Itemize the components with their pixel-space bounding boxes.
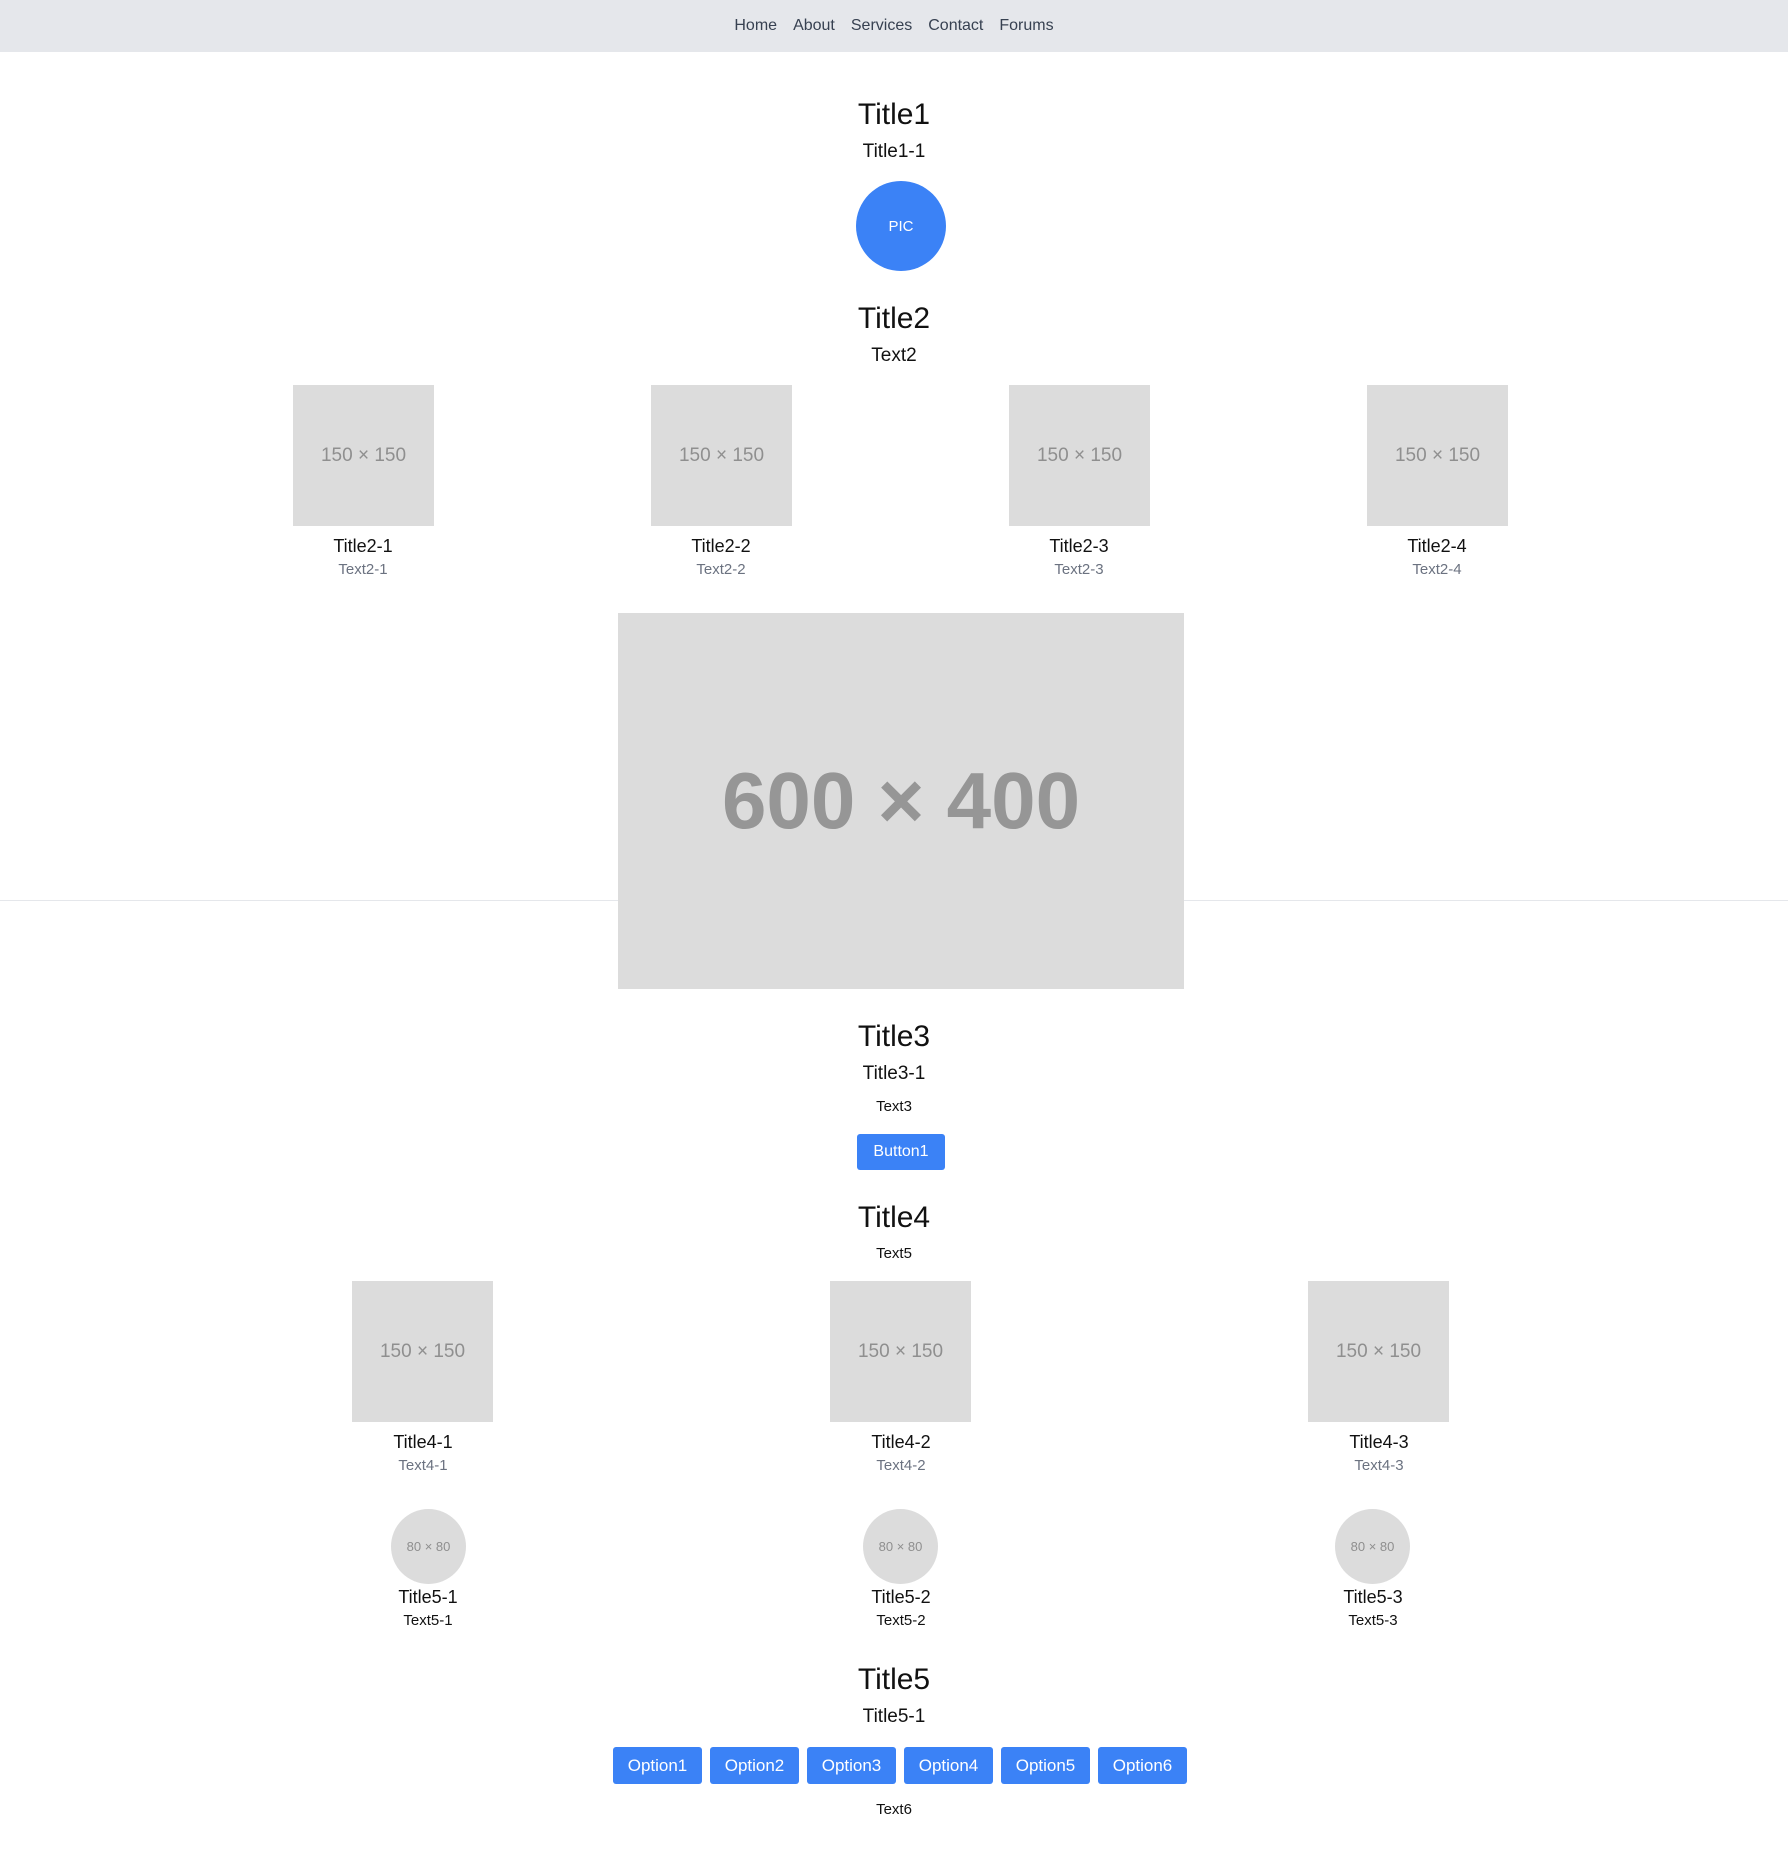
profile-title: Title5-2 (871, 1587, 931, 1607)
section5-subtitle: Title5-1 (862, 1706, 926, 1727)
section4-title: Title4 (857, 1201, 931, 1234)
card-text: Text4-1 (398, 1457, 448, 1474)
section3-subtitle: Title3-1 (862, 1063, 926, 1084)
card-caption: Title2-4 Text2-4 (1317, 534, 1557, 580)
profile-title: Title5-3 (1343, 1587, 1403, 1607)
option5-button[interactable]: Option5 (1001, 1747, 1090, 1784)
option1-button[interactable]: Option1 (613, 1747, 702, 1784)
option6-button[interactable]: Option6 (1098, 1747, 1187, 1784)
option4-button[interactable]: Option4 (904, 1747, 993, 1784)
option-button-group: Option1 Option2 Option3 Option4 Option5 … (613, 1747, 1187, 1784)
section5-title: Title5 (857, 1663, 931, 1696)
card-title: Title4-1 (393, 1432, 453, 1452)
section2-title: Title2 (857, 302, 931, 335)
section3-text: Text3 (876, 1098, 912, 1115)
card-text: Text2-2 (696, 561, 746, 578)
nav-link-forums[interactable]: Forums (999, 17, 1053, 35)
avatar-placeholder: 80 × 80 (391, 1509, 466, 1584)
profile-text: Text5-3 (1348, 1612, 1398, 1629)
section4-text: Text5 (876, 1245, 912, 1262)
section5-text: Text6 (876, 1801, 912, 1818)
card-caption: Title2-3 Text2-3 (959, 534, 1199, 580)
image-placeholder: 150 × 150 (352, 1281, 493, 1422)
image-placeholder: 150 × 150 (293, 385, 434, 526)
card-title: Title4-2 (871, 1432, 931, 1452)
hero-subtitle: Title1-1 (862, 141, 926, 162)
card-caption: Title4-1 Text4-1 (303, 1430, 543, 1476)
option3-button[interactable]: Option3 (807, 1747, 896, 1784)
image-placeholder: 150 × 150 (651, 385, 792, 526)
card-title: Title2-3 (1049, 536, 1109, 556)
card-caption: Title4-3 Text4-3 (1259, 1430, 1499, 1476)
card-text: Text4-2 (876, 1457, 926, 1474)
image-placeholder: 150 × 150 (830, 1281, 971, 1422)
card-title: Title4-3 (1349, 1432, 1409, 1452)
profile-caption: Title5-1 Text5-1 (308, 1585, 548, 1631)
option2-button[interactable]: Option2 (710, 1747, 799, 1784)
profile-caption: Title5-3 Text5-3 (1253, 1585, 1493, 1631)
top-nav: Home About Services Contact Forums (0, 0, 1788, 52)
button1[interactable]: Button1 (857, 1134, 945, 1170)
card-title: Title2-2 (691, 536, 751, 556)
hero-title: Title1 (857, 98, 931, 131)
nav-link-about[interactable]: About (793, 17, 835, 35)
card-text: Text2-4 (1412, 561, 1462, 578)
nav-link-contact[interactable]: Contact (928, 17, 983, 35)
card-text: Text2-1 (338, 561, 388, 578)
card-caption: Title4-2 Text4-2 (781, 1430, 1021, 1476)
profile-caption: Title5-2 Text5-2 (781, 1585, 1021, 1631)
card-caption: Title2-2 Text2-2 (601, 534, 841, 580)
image-placeholder: 150 × 150 (1367, 385, 1508, 526)
avatar-placeholder: 80 × 80 (1335, 1509, 1410, 1584)
card-text: Text4-3 (1354, 1457, 1404, 1474)
avatar-placeholder: 80 × 80 (863, 1509, 938, 1584)
image-placeholder: 150 × 150 (1009, 385, 1150, 526)
large-image-placeholder: 600 × 400 (618, 613, 1184, 989)
profile-title: Title5-1 (398, 1587, 458, 1607)
section2-text: Text2 (871, 345, 917, 366)
nav-link-services[interactable]: Services (851, 17, 912, 35)
card-title: Title2-4 (1407, 536, 1467, 556)
card-caption: Title2-1 Text2-1 (243, 534, 483, 580)
section3-title: Title3 (857, 1020, 931, 1053)
card-title: Title2-1 (333, 536, 393, 556)
hero-pic: PIC (856, 181, 946, 271)
profile-text: Text5-1 (403, 1612, 453, 1629)
nav-link-home[interactable]: Home (734, 17, 777, 35)
image-placeholder: 150 × 150 (1308, 1281, 1449, 1422)
profile-text: Text5-2 (876, 1612, 926, 1629)
card-text: Text2-3 (1054, 561, 1104, 578)
